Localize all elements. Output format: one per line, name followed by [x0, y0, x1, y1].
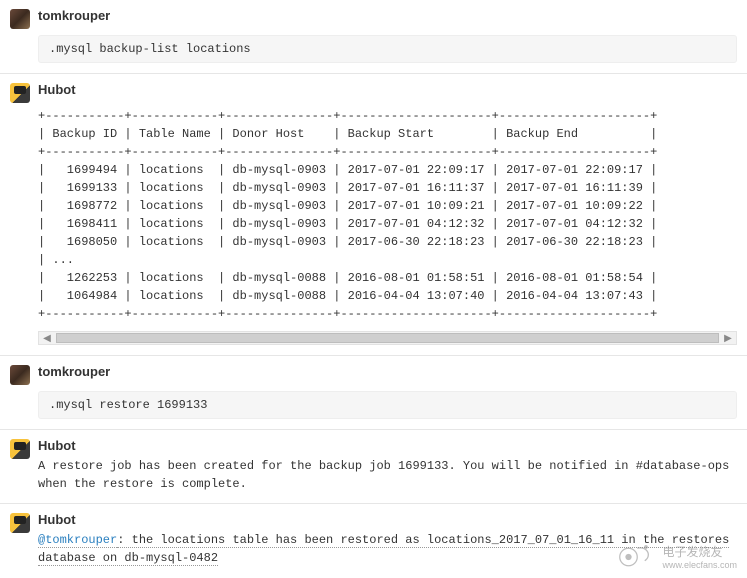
- message-header: Hubot @tomkrouper: the locations table h…: [10, 512, 737, 567]
- ascii-scroll[interactable]: +-----------+------------+--------------…: [38, 107, 737, 325]
- message-header: tomkrouper: [10, 8, 737, 29]
- message-body: Hubot @tomkrouper: the locations table h…: [38, 512, 737, 567]
- message-header: tomkrouper: [10, 364, 737, 385]
- chat-message: Hubot +-----------+------------+--------…: [0, 73, 747, 355]
- avatar: [10, 365, 30, 385]
- avatar: [10, 439, 30, 459]
- avatar: [10, 83, 30, 103]
- message-body: Hubot: [38, 82, 737, 99]
- username: Hubot: [38, 438, 737, 455]
- ascii-table-container: +-----------+------------+--------------…: [38, 107, 737, 325]
- bot-message-text: @tomkrouper: the locations table has bee…: [38, 531, 737, 567]
- username: tomkrouper: [38, 8, 737, 25]
- command-block: .mysql restore 1699133: [38, 391, 737, 419]
- scroll-right-arrow-icon[interactable]: ▶: [720, 332, 736, 344]
- message-header: Hubot A restore job has been created for…: [10, 438, 737, 493]
- scrollbar-thumb[interactable]: [56, 333, 719, 343]
- bot-message-text: A restore job has been created for the b…: [38, 457, 737, 493]
- ascii-table: +-----------+------------+--------------…: [38, 107, 737, 323]
- chat-message: Hubot @tomkrouper: the locations table h…: [0, 503, 747, 577]
- chat-message: tomkrouper .mysql backup-list locations: [0, 0, 747, 73]
- user-mention[interactable]: @tomkrouper: [38, 533, 117, 548]
- message-body: tomkrouper: [38, 8, 737, 25]
- username: Hubot: [38, 512, 737, 529]
- command-block: .mysql backup-list locations: [38, 35, 737, 63]
- chat-message: tomkrouper .mysql restore 1699133: [0, 355, 747, 429]
- avatar: [10, 513, 30, 533]
- avatar: [10, 9, 30, 29]
- message-body: Hubot A restore job has been created for…: [38, 438, 737, 493]
- message-header: Hubot: [10, 82, 737, 103]
- restored-name-hint: : the locations table has been restored …: [38, 533, 729, 566]
- message-body: tomkrouper: [38, 364, 737, 381]
- horizontal-scrollbar[interactable]: ◀ ▶: [38, 331, 737, 345]
- scroll-left-arrow-icon[interactable]: ◀: [39, 332, 55, 344]
- chat-message: Hubot A restore job has been created for…: [0, 429, 747, 503]
- username: tomkrouper: [38, 364, 737, 381]
- username: Hubot: [38, 82, 737, 99]
